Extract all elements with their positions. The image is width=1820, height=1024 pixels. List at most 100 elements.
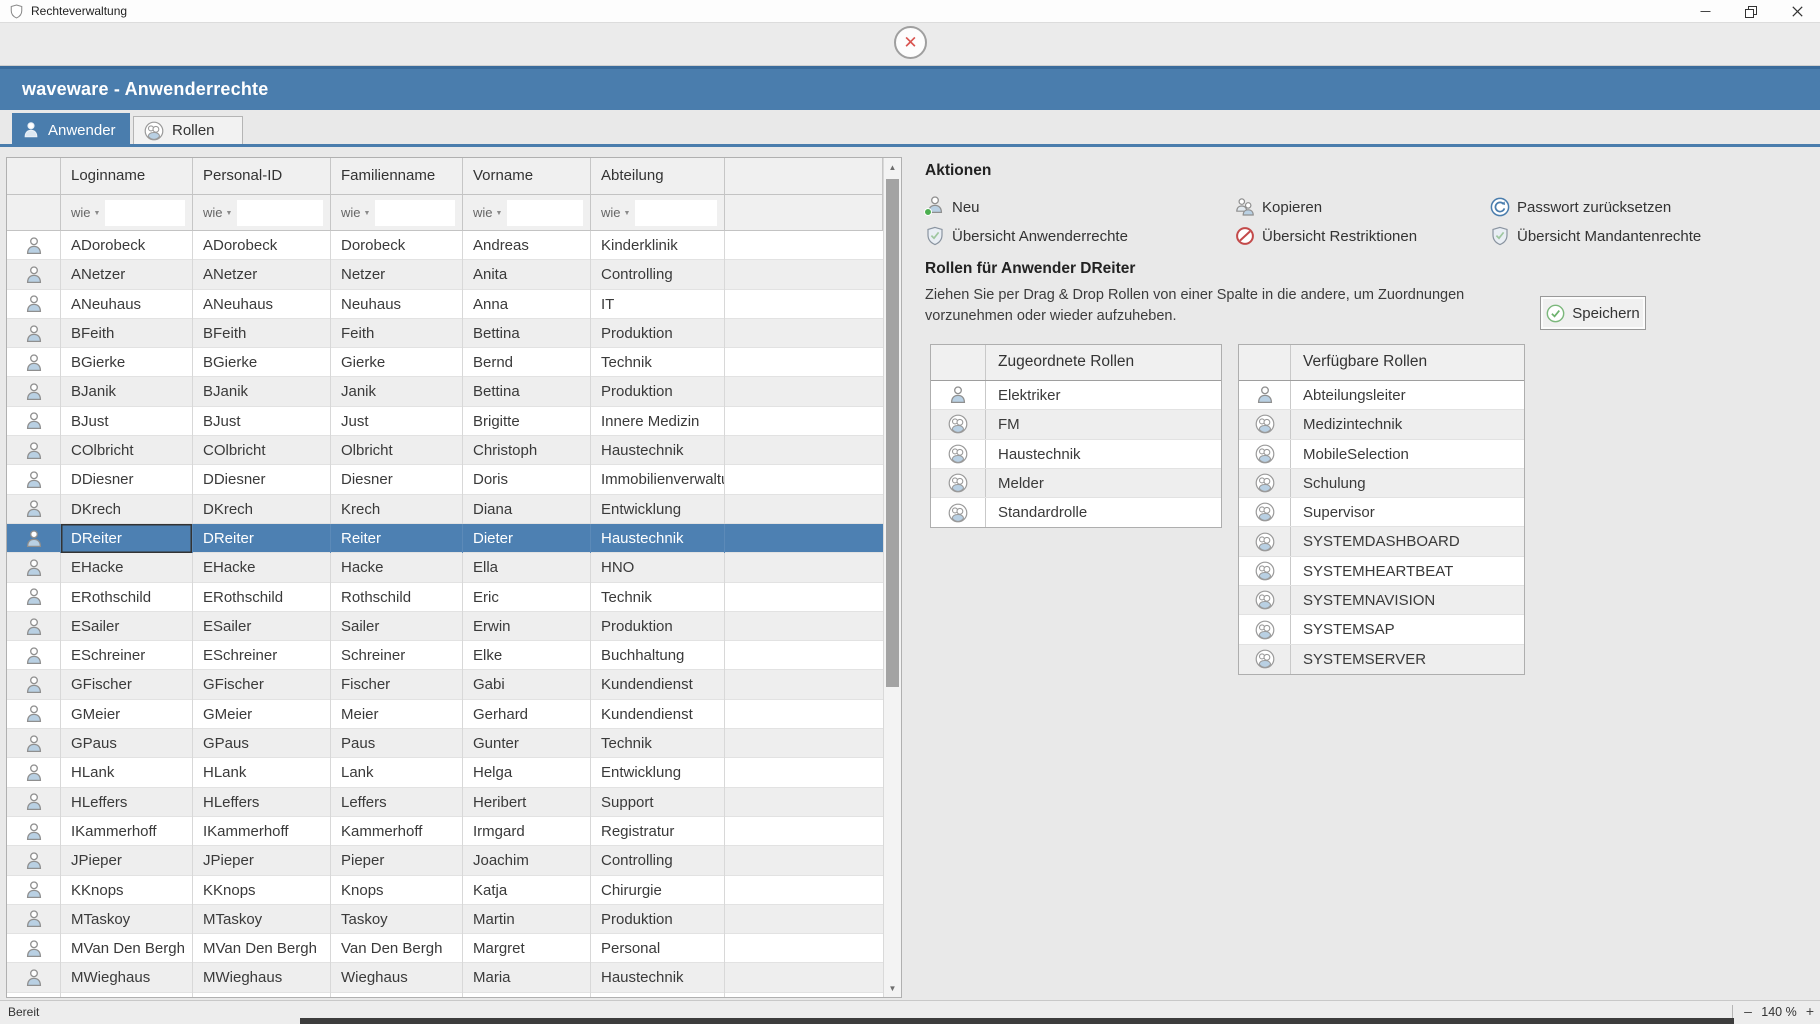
table-cell[interactable]: Kammerhoff (331, 817, 463, 846)
action--bersicht-restriktionen[interactable]: Übersicht Restriktionen (1235, 223, 1417, 249)
scrollbar-thumb[interactable] (886, 179, 899, 687)
table-cell[interactable]: ANeuhaus (61, 290, 193, 319)
table-cell[interactable]: Elke (463, 641, 591, 670)
role-item[interactable]: Melder (931, 469, 1221, 498)
table-cell[interactable]: DKrech (61, 495, 193, 524)
table-cell[interactable]: Feith (331, 319, 463, 348)
table-row[interactable]: MWieghausMWieghausWieghausMariaHaustechn… (7, 963, 883, 992)
table-cell[interactable]: Knops (331, 876, 463, 905)
table-cell[interactable]: IT (591, 290, 725, 319)
restore-icon[interactable] (1728, 0, 1774, 23)
role-item[interactable]: FM (931, 410, 1221, 439)
filter-input[interactable] (375, 200, 455, 226)
column-header[interactable]: Familienname (331, 158, 463, 195)
role-item[interactable]: SYSTEMHEARTBEAT (1239, 557, 1524, 586)
filter-input[interactable] (105, 200, 185, 226)
action--bersicht-anwenderrechte[interactable]: Übersicht Anwenderrechte (925, 223, 1128, 249)
table-cell[interactable]: Joachim (463, 846, 591, 875)
table-cell[interactable]: Produktion (591, 612, 725, 641)
action-passwort-zur-cksetzen[interactable]: Passwort zurücksetzen (1490, 194, 1671, 220)
role-item[interactable]: SYSTEMDASHBOARD (1239, 527, 1524, 556)
close-icon[interactable] (1774, 0, 1820, 23)
table-cell[interactable]: Haustechnik (591, 963, 725, 992)
table-cell[interactable]: Helga (463, 758, 591, 787)
role-item[interactable]: Supervisor (1239, 498, 1524, 527)
role-item[interactable]: SYSTEMNAVISION (1239, 586, 1524, 615)
table-row[interactable]: EHackeEHackeHackeEllaHNO (7, 553, 883, 582)
table-row[interactable]: BFeithBFeithFeithBettinaProduktion (7, 319, 883, 348)
table-row[interactable]: ANetzerANetzerNetzerAnitaControlling (7, 260, 883, 289)
table-cell[interactable]: Buchhaltung (591, 641, 725, 670)
table-cell[interactable]: DDiesner (61, 465, 193, 494)
zoom-in-button[interactable]: + (1802, 1003, 1818, 1019)
table-cell[interactable]: Christoph (463, 436, 591, 465)
table-cell[interactable]: Produktion (591, 319, 725, 348)
table-cell[interactable]: HNO (591, 553, 725, 582)
column-header[interactable]: Loginname (61, 158, 193, 195)
table-cell[interactable]: BFeith (193, 319, 331, 348)
zoom-out-button[interactable]: – (1740, 1003, 1756, 1019)
table-cell[interactable]: GMeier (193, 700, 331, 729)
table-cell[interactable]: MVan Den Bergh (61, 934, 193, 963)
table-cell[interactable]: ANetzer (193, 260, 331, 289)
table-cell[interactable]: Martin (463, 905, 591, 934)
tab-anwender[interactable]: Anwender (12, 113, 130, 147)
chevron-down-icon[interactable]: ▼ (364, 210, 371, 217)
scroll-up-icon[interactable]: ▲ (884, 158, 901, 176)
table-cell[interactable]: Olbricht (331, 436, 463, 465)
table-cell[interactable]: Brigitte (463, 407, 591, 436)
table-cell[interactable]: HLank (61, 758, 193, 787)
table-cell[interactable]: ANetzer (61, 260, 193, 289)
table-row[interactable]: IKammerhoffIKammerhoffKammerhoffIrmgardR… (7, 817, 883, 846)
table-cell[interactable]: Ella (463, 553, 591, 582)
table-cell[interactable]: HLeffers (193, 788, 331, 817)
panel-close-button[interactable]: ✕ (894, 26, 927, 59)
table-cell[interactable]: Neuhaus (331, 290, 463, 319)
table-cell[interactable]: Maria (463, 963, 591, 992)
filter-operator[interactable]: wie (473, 205, 493, 220)
chevron-down-icon[interactable]: ▼ (496, 210, 503, 217)
table-row[interactable]: BJanikBJanikJanikBettinaProduktion (7, 377, 883, 406)
table-cell[interactable]: Immobilienverwaltung (591, 465, 725, 494)
table-cell[interactable]: IKammerhoff (61, 817, 193, 846)
table-cell[interactable]: Controlling (591, 846, 725, 875)
table-row[interactable]: ERothschildERothschildRothschildEricTech… (7, 583, 883, 612)
role-item[interactable]: SYSTEMSERVER (1239, 645, 1524, 674)
table-cell[interactable]: Paus (331, 729, 463, 758)
table-cell[interactable]: Lank (331, 758, 463, 787)
table-cell[interactable]: HLank (193, 758, 331, 787)
table-cell[interactable]: Rothschild (331, 583, 463, 612)
table-cell[interactable]: Schreiner (331, 641, 463, 670)
table-row[interactable]: MTaskoyMTaskoyTaskoyMartinProduktion (7, 905, 883, 934)
table-row[interactable]: ADorobeckADorobeckDorobeckAndreasKinderk… (7, 231, 883, 260)
role-item[interactable]: Elektriker (931, 381, 1221, 410)
table-cell[interactable]: Chirurgie (591, 876, 725, 905)
table-cell[interactable]: GFischer (61, 670, 193, 699)
table-cell[interactable]: Dieter (463, 524, 591, 553)
table-cell[interactable]: EHacke (61, 553, 193, 582)
table-cell[interactable]: Irmgard (463, 817, 591, 846)
table-cell[interactable]: Krech (331, 495, 463, 524)
table-row[interactable]: BGierkeBGierkeGierkeBerndTechnik (7, 348, 883, 377)
role-item[interactable]: Abteilungsleiter (1239, 381, 1524, 410)
vertical-scrollbar[interactable]: ▲ ▼ (883, 158, 901, 997)
table-cell[interactable]: BGierke (193, 348, 331, 377)
table-cell[interactable]: MWieghaus (193, 963, 331, 992)
filter-operator[interactable]: wie (601, 205, 621, 220)
table-cell[interactable]: Innere Medizin (591, 407, 725, 436)
table-cell[interactable]: IKammerhoff (193, 817, 331, 846)
table-cell[interactable]: Margret (463, 934, 591, 963)
table-row[interactable]: GMeierGMeierMeierGerhardKundendienst (7, 700, 883, 729)
table-cell[interactable]: GFischer (193, 670, 331, 699)
table-cell[interactable]: EHacke (193, 553, 331, 582)
table-cell[interactable]: MWieghaus (61, 963, 193, 992)
table-cell[interactable]: Technik (591, 729, 725, 758)
table-cell[interactable]: Van Den Bergh (331, 934, 463, 963)
role-item[interactable]: SYSTEMSAP (1239, 615, 1524, 644)
table-cell[interactable]: GPaus (193, 729, 331, 758)
table-cell[interactable]: Leffers (331, 788, 463, 817)
table-cell[interactable]: Eric (463, 583, 591, 612)
table-cell[interactable]: DDiesner (193, 465, 331, 494)
role-item[interactable]: Standardrolle (931, 498, 1221, 527)
column-header[interactable]: Vorname (463, 158, 591, 195)
